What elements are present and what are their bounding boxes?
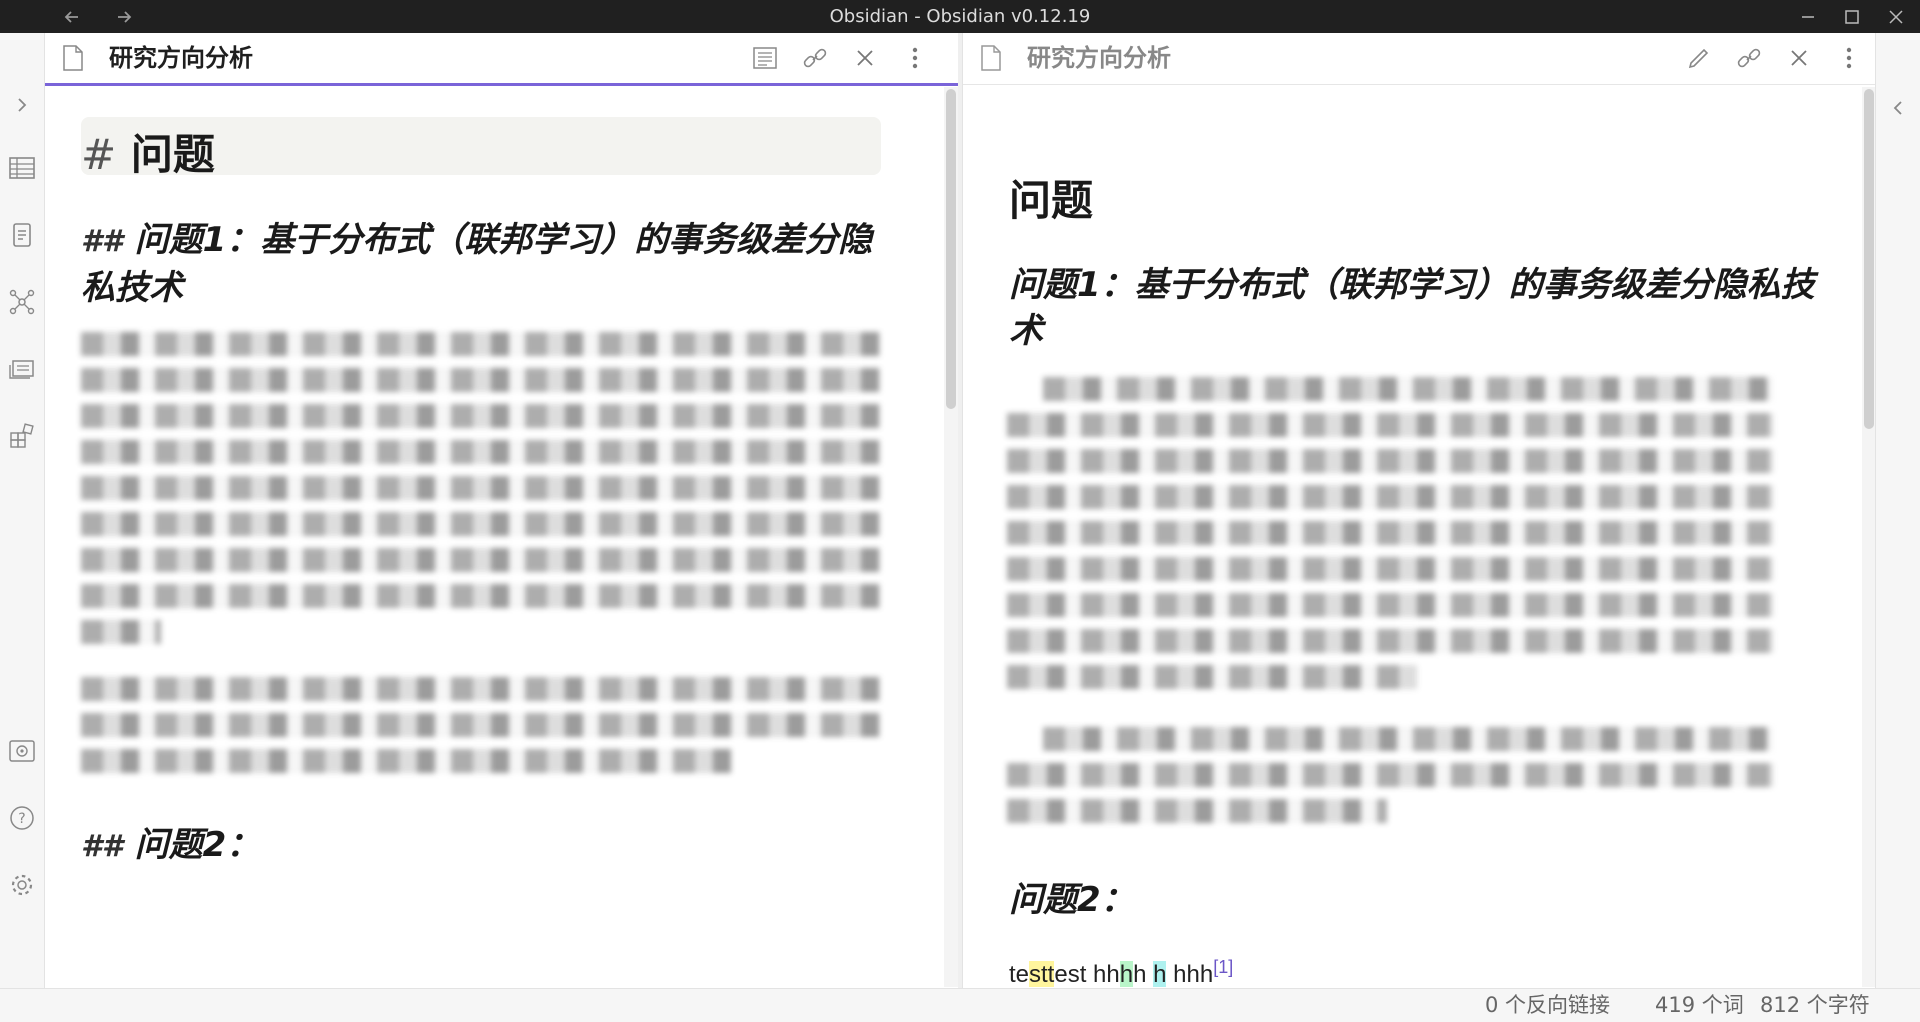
preview-heading-2a: 问题1：基于分布式（联邦学习）的事务级差分隐私技术 bbox=[1009, 265, 1815, 351]
edit-mode-button[interactable] bbox=[1685, 44, 1713, 72]
status-bar: 0 个反向链接 419 个词 812 个字符 bbox=[0, 988, 1920, 1022]
table-icon bbox=[9, 157, 35, 179]
pane-header: 研究方向分析 bbox=[963, 33, 1876, 85]
ribbon-plugins-button[interactable] bbox=[7, 421, 37, 451]
graph-icon bbox=[9, 289, 35, 315]
text-run: te bbox=[1009, 961, 1030, 987]
preview-paragraph: testtest hhhh h hhh[1] bbox=[1009, 957, 1233, 987]
word-count: 419 个词 bbox=[1655, 993, 1744, 1017]
heading-marker: ## bbox=[81, 829, 123, 864]
expand-sidebar-button[interactable] bbox=[7, 90, 37, 120]
settings-icon bbox=[11, 874, 33, 896]
preview-content: 问题 问题1：基于分布式（联邦学习）的事务级差分隐私技术 问题2： testte… bbox=[963, 87, 1876, 987]
heading-marker: ## bbox=[81, 224, 123, 259]
close-icon bbox=[1791, 50, 1807, 66]
editor-heading-2b[interactable]: ## 问题2： bbox=[81, 822, 901, 870]
link-icon bbox=[1737, 48, 1761, 68]
maximize-button[interactable] bbox=[1832, 0, 1872, 33]
highlight-yellow: stt bbox=[1029, 961, 1055, 987]
vault-icon bbox=[9, 740, 35, 762]
title-bar: Obsidian - Obsidian v0.12.19 bbox=[0, 0, 1920, 33]
heading-marker: # bbox=[81, 130, 117, 179]
more-options-button[interactable] bbox=[901, 44, 929, 72]
editor-heading-1[interactable]: # 问题 bbox=[81, 117, 881, 179]
highlight-cyan: h bbox=[1153, 961, 1167, 987]
maximize-icon bbox=[1845, 9, 1859, 24]
heading-text: 问题 bbox=[130, 130, 215, 179]
ribbon-table-button[interactable] bbox=[7, 153, 37, 183]
help-button[interactable]: ? bbox=[7, 803, 37, 833]
cards-icon bbox=[9, 360, 34, 379]
preview-mode-button[interactable] bbox=[751, 44, 779, 72]
right-ribbon bbox=[1875, 33, 1920, 988]
more-vertical-icon bbox=[912, 47, 918, 69]
preview-icon bbox=[753, 47, 777, 69]
file-list-icon bbox=[13, 223, 31, 247]
scroll-thumb[interactable] bbox=[946, 89, 956, 409]
backlinks-count[interactable]: 0 个反向链接 bbox=[1485, 989, 1610, 1022]
preview-heading-1: 问题 bbox=[1009, 176, 1094, 225]
editor-scrollbar[interactable] bbox=[944, 87, 958, 987]
text-run: est hh bbox=[1054, 961, 1120, 987]
ribbon-graph-button[interactable] bbox=[7, 287, 37, 317]
ribbon-vault-button[interactable] bbox=[7, 736, 37, 766]
link-pane-button[interactable] bbox=[801, 44, 829, 72]
heading-text: 问题1：基于分布式（联邦学习）的事务级差分隐私技术 bbox=[81, 220, 873, 308]
plugins-icon bbox=[10, 423, 34, 448]
pane-title[interactable]: 研究方向分析 bbox=[1027, 33, 1171, 84]
preview-heading-2b: 问题2： bbox=[1009, 880, 1135, 920]
scroll-thumb[interactable] bbox=[1864, 89, 1874, 429]
settings-button[interactable] bbox=[7, 870, 37, 900]
chevron-right-icon bbox=[18, 98, 27, 112]
ribbon-cards-button[interactable] bbox=[7, 354, 37, 384]
pencil-icon bbox=[1688, 48, 1709, 69]
heading-text: 问题2： bbox=[134, 825, 261, 865]
window-title: Obsidian - Obsidian v0.12.19 bbox=[829, 6, 1091, 27]
more-options-button[interactable] bbox=[1835, 44, 1863, 72]
link-pane-button[interactable] bbox=[1735, 44, 1763, 72]
editor-pane: 研究方向分析 # 问题 ## 问题1：基于分布式（联邦学习）的事务级差分隐私技术 bbox=[45, 33, 958, 988]
close-pane-button[interactable] bbox=[851, 44, 879, 72]
pane-title[interactable]: 研究方向分析 bbox=[109, 33, 253, 84]
preview-scrollbar[interactable] bbox=[1862, 87, 1876, 987]
file-icon bbox=[59, 44, 87, 72]
editor-content[interactable]: # 问题 ## 问题1：基于分布式（联邦学习）的事务级差分隐私技术 ## 问题2… bbox=[45, 87, 958, 987]
highlight-green: h bbox=[1119, 961, 1134, 987]
svg-text:?: ? bbox=[18, 811, 25, 827]
close-icon bbox=[1889, 9, 1903, 24]
chevron-left-icon bbox=[1893, 101, 1902, 115]
minimize-button[interactable] bbox=[1788, 0, 1828, 33]
help-icon: ? bbox=[10, 806, 34, 830]
ribbon-file-button[interactable] bbox=[7, 220, 37, 250]
close-pane-button[interactable] bbox=[1785, 44, 1813, 72]
close-window-button[interactable] bbox=[1876, 0, 1916, 33]
link-icon bbox=[803, 48, 827, 68]
expand-right-sidebar-button[interactable] bbox=[1883, 93, 1913, 123]
left-ribbon: ? bbox=[0, 33, 45, 988]
footnote-link[interactable]: [1] bbox=[1213, 957, 1233, 977]
preview-pane: 研究方向分析 问题 问题1：基于分布式（联邦学习）的事务级差分隐私技术 问题2：… bbox=[962, 33, 1876, 988]
file-icon bbox=[977, 44, 1005, 72]
editor-heading-2a[interactable]: ## 问题1：基于分布式（联邦学习）的事务级差分隐私技术 bbox=[81, 217, 901, 311]
close-icon bbox=[857, 50, 873, 66]
pane-header: 研究方向分析 bbox=[45, 33, 958, 86]
char-count: 812 个字符 bbox=[1760, 993, 1870, 1017]
more-vertical-icon bbox=[1846, 47, 1852, 69]
text-run: hhh bbox=[1166, 961, 1214, 987]
text-run: h bbox=[1133, 961, 1154, 987]
minimize-icon bbox=[1802, 15, 1814, 18]
